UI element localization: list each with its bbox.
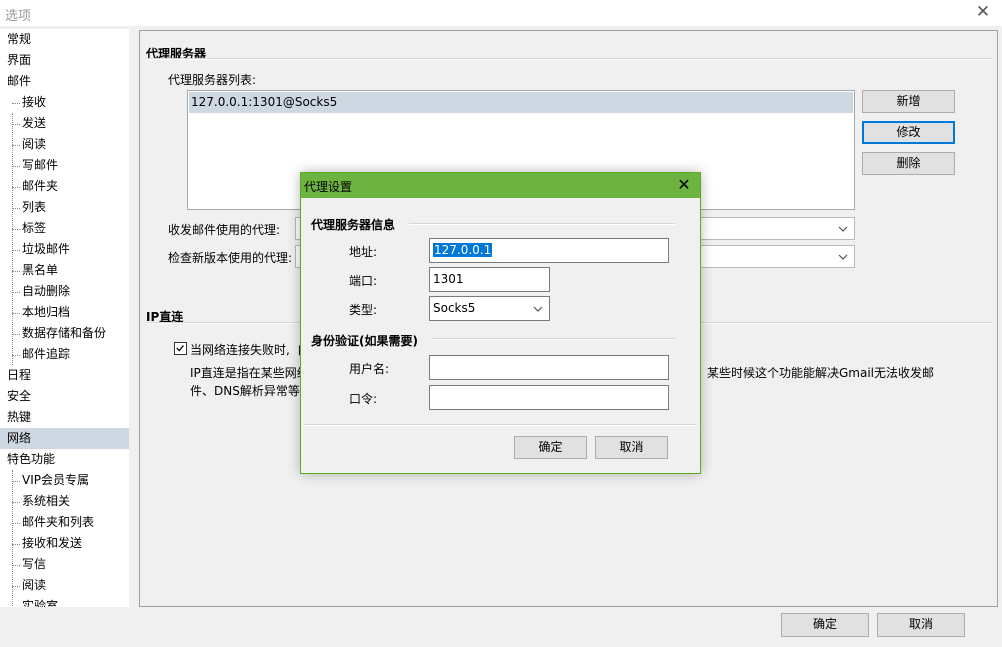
chevron-down-icon [838, 226, 848, 232]
cancel-button[interactable]: 取消 [877, 613, 965, 637]
chevron-down-icon [838, 254, 848, 260]
ip-direct-checkbox-label: 当网络连接失败时, [190, 343, 290, 357]
sidebar-item-general[interactable]: 常规 [0, 29, 129, 50]
sidebar-item-security[interactable]: 安全 [0, 386, 129, 407]
close-icon[interactable]: ✕ [974, 2, 992, 22]
sidebar-item-lab[interactable]: 实验室 [0, 596, 129, 607]
sidebar-item-hotkeys[interactable]: 热键 [0, 407, 129, 428]
proxy-settings-dialog: 代理设置 ✕ 代理服务器信息 地址: 127.0.0.1 端口: 1301 类型… [300, 172, 701, 474]
dialog-footer-divider [304, 424, 697, 426]
mail-proxy-label: 收发邮件使用的代理: [168, 223, 281, 237]
sidebar-item-local-archive[interactable]: 本地归档 [0, 302, 129, 323]
sidebar-item-tags[interactable]: 标签 [0, 218, 129, 239]
proxy-list-item[interactable]: 127.0.0.1:1301@Socks5 [189, 92, 853, 113]
username-label: 用户名: [349, 362, 390, 376]
checkmark-icon [176, 345, 184, 352]
ip-direct-description-line1-right: 某些时候这个功能能解决Gmail无法收发邮 [707, 366, 935, 380]
dialog-ok-button[interactable]: 确定 [514, 436, 587, 459]
sidebar-divider [129, 29, 135, 607]
add-proxy-button[interactable]: 新增 [862, 90, 955, 113]
password-label: 口令: [349, 392, 378, 406]
sidebar-item-calendar[interactable]: 日程 [0, 365, 129, 386]
delete-proxy-button[interactable]: 删除 [862, 152, 955, 175]
address-input[interactable]: 127.0.0.1 [429, 238, 669, 263]
sidebar-item-folders[interactable]: 邮件夹 [0, 176, 129, 197]
auth-divider [431, 338, 675, 340]
sidebar-item-blacklist[interactable]: 黑名单 [0, 260, 129, 281]
dialog-cancel-button[interactable]: 取消 [595, 436, 668, 459]
sidebar-item-receive[interactable]: 接收 [0, 92, 129, 113]
address-label: 地址: [349, 245, 378, 259]
port-input[interactable]: 1301 [429, 267, 550, 292]
sidebar-item-vip[interactable]: VIP会员专属 [0, 470, 129, 491]
password-input[interactable] [429, 385, 669, 410]
server-info-divider [409, 223, 675, 225]
port-label: 端口: [349, 274, 378, 288]
auth-title: 身份验证(如果需要) [311, 334, 418, 348]
dialog-titlebar: 代理设置 ✕ [301, 173, 700, 198]
sidebar-item-system[interactable]: 系统相关 [0, 491, 129, 512]
ip-direct-checkbox[interactable] [174, 342, 187, 355]
sidebar-item-read[interactable]: 阅读 [0, 134, 129, 155]
sidebar: 常规 界面 邮件 接收 发送 阅读 写邮件 邮件夹 列表 标签 垃圾邮件 黑名单… [0, 29, 135, 607]
sidebar-item-list[interactable]: 列表 [0, 197, 129, 218]
sidebar-item-mail[interactable]: 邮件 [0, 71, 129, 92]
sidebar-item-reading[interactable]: 阅读 [0, 575, 129, 596]
chevron-down-icon [533, 306, 543, 312]
update-proxy-label: 检查新版本使用的代理: [168, 251, 293, 265]
type-select-value: Socks5 [433, 301, 476, 315]
window-titlebar: 选项 ✕ [0, 0, 1002, 26]
sidebar-item-mail-tracking[interactable]: 邮件追踪 [0, 344, 129, 365]
dialog-close-icon[interactable]: ✕ [675, 176, 693, 194]
type-label: 类型: [349, 303, 378, 317]
username-input[interactable] [429, 355, 669, 380]
dialog-title: 代理设置 [304, 180, 353, 194]
sidebar-item-features[interactable]: 特色功能 [0, 449, 129, 470]
sidebar-item-folders-lists[interactable]: 邮件夹和列表 [0, 512, 129, 533]
sidebar-item-compose[interactable]: 写邮件 [0, 155, 129, 176]
window-title: 选项 [5, 9, 32, 24]
type-select[interactable]: Socks5 [429, 296, 550, 321]
sidebar-item-write[interactable]: 写信 [0, 554, 129, 575]
sidebar-item-spam[interactable]: 垃圾邮件 [0, 239, 129, 260]
sidebar-item-storage-backup[interactable]: 数据存储和备份 [0, 323, 129, 344]
edit-proxy-button[interactable]: 修改 [862, 121, 955, 144]
address-value: 127.0.0.1 [433, 243, 493, 257]
sidebar-item-send[interactable]: 发送 [0, 113, 129, 134]
sidebar-item-interface[interactable]: 界面 [0, 50, 129, 71]
sidebar-item-auto-delete[interactable]: 自动删除 [0, 281, 129, 302]
server-info-title: 代理服务器信息 [311, 218, 396, 232]
ip-direct-description-line2: 件、DNS解析异常等 [190, 384, 300, 398]
ok-button[interactable]: 确定 [781, 613, 869, 637]
proxy-list-label: 代理服务器列表: [168, 73, 257, 87]
sidebar-item-receive-send[interactable]: 接收和发送 [0, 533, 129, 554]
sidebar-item-network[interactable]: 网络 [0, 428, 129, 449]
proxy-section-divider [146, 58, 992, 60]
